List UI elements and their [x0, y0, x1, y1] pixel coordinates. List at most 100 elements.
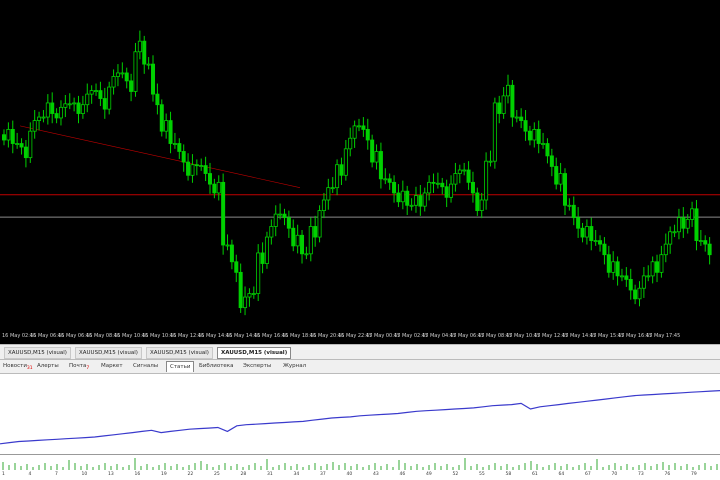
candle-body	[155, 93, 160, 106]
candle-body	[703, 240, 708, 245]
candle-body	[383, 178, 388, 181]
candle-body	[76, 102, 81, 114]
candle-body	[427, 181, 432, 194]
deal-axis-label: 73	[638, 472, 644, 477]
candle-body	[541, 143, 546, 145]
candle-body	[115, 72, 120, 77]
deal-axis-label: 10	[81, 472, 88, 477]
candle-body	[58, 106, 63, 119]
candle-body	[435, 182, 440, 185]
tab-count-badge: 7	[86, 366, 90, 372]
candle-body	[343, 148, 348, 176]
candle-body	[159, 104, 164, 132]
candle-body	[413, 195, 418, 206]
candle-body	[300, 234, 305, 255]
candle-body	[221, 181, 226, 246]
candle-body	[111, 76, 116, 88]
terminal-tab-label: Библиотека	[199, 363, 234, 369]
candle-body	[694, 208, 699, 241]
terminal-tab-7[interactable]: Библиотека	[196, 361, 236, 371]
candle-body	[659, 254, 664, 273]
chart-tab-3[interactable]: XAUUSD,M15 (visual)	[146, 347, 213, 359]
candle-body	[273, 213, 278, 227]
candle-body	[80, 104, 85, 114]
deal-axis-label: 46	[399, 472, 406, 477]
candle-body	[335, 164, 340, 189]
time-axis-label: 17 May 17:45	[646, 333, 681, 339]
deal-axis-label: 49	[426, 472, 432, 477]
candle-body	[405, 190, 410, 206]
candle-body	[378, 151, 383, 180]
chart-tab-4[interactable]: XAUUSD,M15 (visual)	[217, 347, 292, 359]
terminal-tab-label: Журнал	[283, 363, 307, 369]
candle-body	[527, 130, 532, 141]
candle-body	[63, 103, 68, 108]
candle-body	[85, 93, 90, 106]
terminal-tab-4[interactable]: Маркет	[98, 361, 126, 371]
candle-body	[41, 116, 46, 119]
candle-body	[396, 192, 401, 203]
candle-body	[72, 102, 77, 105]
candle-body	[475, 192, 480, 211]
terminal-tab-2[interactable]: Алерты	[34, 361, 62, 371]
chart-tab-2[interactable]: XAUUSD,M15 (visual)	[75, 347, 142, 359]
candle-body	[19, 143, 24, 148]
candle-body	[251, 293, 256, 295]
candle-body	[558, 173, 563, 185]
candle-body	[32, 120, 37, 132]
terminal-tab-1[interactable]: Новости31	[0, 361, 36, 371]
candle-body	[352, 125, 357, 139]
candle-body	[54, 113, 59, 119]
candle-body	[440, 182, 445, 188]
candle-body	[234, 261, 239, 273]
terminal-tab-9[interactable]: Журнал	[280, 361, 309, 371]
terminal-tab-label: Статьи	[170, 364, 191, 370]
candle-body	[247, 293, 252, 298]
deal-axis-label: 28	[240, 472, 247, 477]
deal-axis-label: 58	[505, 472, 512, 477]
candle-body	[98, 90, 103, 99]
candle-body	[431, 181, 436, 184]
candle-body	[330, 187, 335, 190]
terminal-tab-6[interactable]: Статьи	[166, 361, 195, 372]
candle-body	[37, 116, 42, 121]
deal-axis-label: 64	[558, 472, 565, 477]
candle-body	[466, 169, 471, 183]
candle-body	[317, 210, 322, 238]
candle-body	[479, 199, 484, 211]
candle-body	[698, 240, 703, 242]
terminal-tab-5[interactable]: Сигналы	[130, 361, 161, 371]
volume-bars	[2, 458, 718, 470]
deal-axis-label: 70	[611, 472, 618, 477]
candle-body	[549, 155, 554, 167]
chart-tab-1[interactable]: XAUUSD,M15 (visual)	[4, 347, 71, 359]
candle-body	[89, 90, 94, 95]
terminal-tab-8[interactable]: Эксперты	[240, 361, 274, 371]
candle-body	[321, 199, 326, 211]
candle-body	[207, 173, 212, 185]
candle-body	[260, 252, 265, 264]
candle-body	[124, 72, 129, 82]
candle-body	[536, 129, 541, 144]
equity-line	[0, 390, 720, 445]
candle-body	[308, 226, 313, 255]
candle-body	[562, 173, 567, 206]
deal-axis-label: 67	[585, 472, 591, 477]
equity-graph-panel	[0, 374, 720, 455]
deal-axis-label: 16	[134, 472, 141, 477]
candle-body	[523, 120, 528, 132]
candle-body	[278, 213, 283, 216]
candle-body	[707, 243, 712, 256]
candle-body	[361, 125, 366, 130]
candle-body	[506, 84, 511, 97]
candle-body	[102, 98, 107, 110]
price-chart[interactable]	[0, 0, 720, 332]
candle-body	[637, 287, 642, 300]
deal-axis-label: 52	[452, 472, 459, 477]
candle-body	[137, 40, 142, 53]
candle-body	[146, 63, 151, 66]
deal-axis-label: 7	[55, 472, 58, 477]
candle-body	[593, 240, 598, 242]
deal-axis-label: 4	[28, 472, 32, 477]
terminal-tab-3[interactable]: Почта7	[66, 361, 92, 371]
